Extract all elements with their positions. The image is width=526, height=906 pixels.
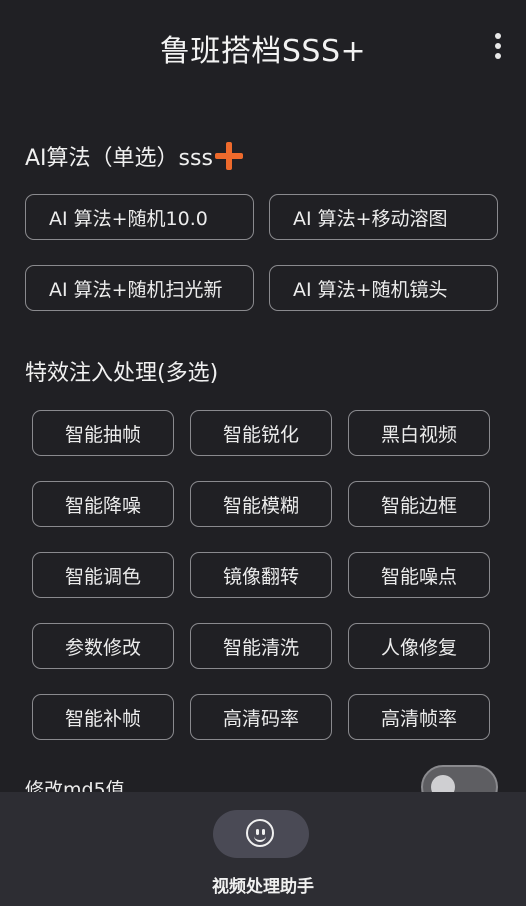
app-bar: 鲁班搭档SSS+ bbox=[0, 0, 526, 92]
more-vert-icon[interactable] bbox=[494, 33, 502, 61]
ai-option-random-lens[interactable]: AI 算法+随机镜头 bbox=[269, 265, 498, 311]
ai-option-move-blend[interactable]: AI 算法+移动溶图 bbox=[269, 194, 498, 240]
fx-option[interactable]: 智能模糊 bbox=[190, 481, 332, 527]
fx-option[interactable]: 黑白视频 bbox=[348, 410, 490, 456]
chip-label: AI 算法+随机扫光新 bbox=[49, 278, 223, 301]
chip-label: AI 算法+随机镜头 bbox=[293, 278, 448, 301]
fx-section-title: 特效注入处理(多选) bbox=[25, 361, 219, 386]
smile-icon bbox=[246, 819, 274, 847]
fx-option[interactable]: 智能补帧 bbox=[32, 694, 174, 740]
fx-option[interactable]: 智能调色 bbox=[32, 552, 174, 598]
nav-item-video-assistant[interactable] bbox=[213, 810, 309, 858]
fx-option[interactable]: 高清码率 bbox=[190, 694, 332, 740]
fx-option[interactable]: 智能降噪 bbox=[32, 481, 174, 527]
bottom-navigation: 视频处理助手 bbox=[0, 792, 526, 906]
ai-section-label: AI算法（单选）sss bbox=[25, 146, 213, 171]
chip-label: AI 算法+随机10.0 bbox=[49, 207, 208, 230]
app-title: 鲁班搭档SSS+ bbox=[159, 34, 367, 69]
fx-option[interactable]: 镜像翻转 bbox=[190, 552, 332, 598]
fx-option[interactable]: 高清帧率 bbox=[348, 694, 490, 740]
fx-option[interactable]: 智能噪点 bbox=[348, 552, 490, 598]
fx-option[interactable]: 智能抽帧 bbox=[32, 410, 174, 456]
fx-option[interactable]: 智能边框 bbox=[348, 481, 490, 527]
fx-option[interactable]: 人像修复 bbox=[348, 623, 490, 669]
nav-item-label[interactable]: 视频处理助手 bbox=[0, 872, 526, 897]
ai-option-random-sweep[interactable]: AI 算法+随机扫光新 bbox=[25, 265, 254, 311]
fx-option[interactable]: 参数修改 bbox=[32, 623, 174, 669]
fx-option[interactable]: 智能锐化 bbox=[190, 410, 332, 456]
ai-option-random-10[interactable]: AI 算法+随机10.0 bbox=[25, 194, 254, 240]
plus-icon bbox=[214, 142, 243, 170]
fx-option[interactable]: 智能清洗 bbox=[190, 623, 332, 669]
ai-section-title: AI算法（单选）sss bbox=[25, 140, 243, 172]
chip-label: AI 算法+移动溶图 bbox=[293, 207, 448, 230]
